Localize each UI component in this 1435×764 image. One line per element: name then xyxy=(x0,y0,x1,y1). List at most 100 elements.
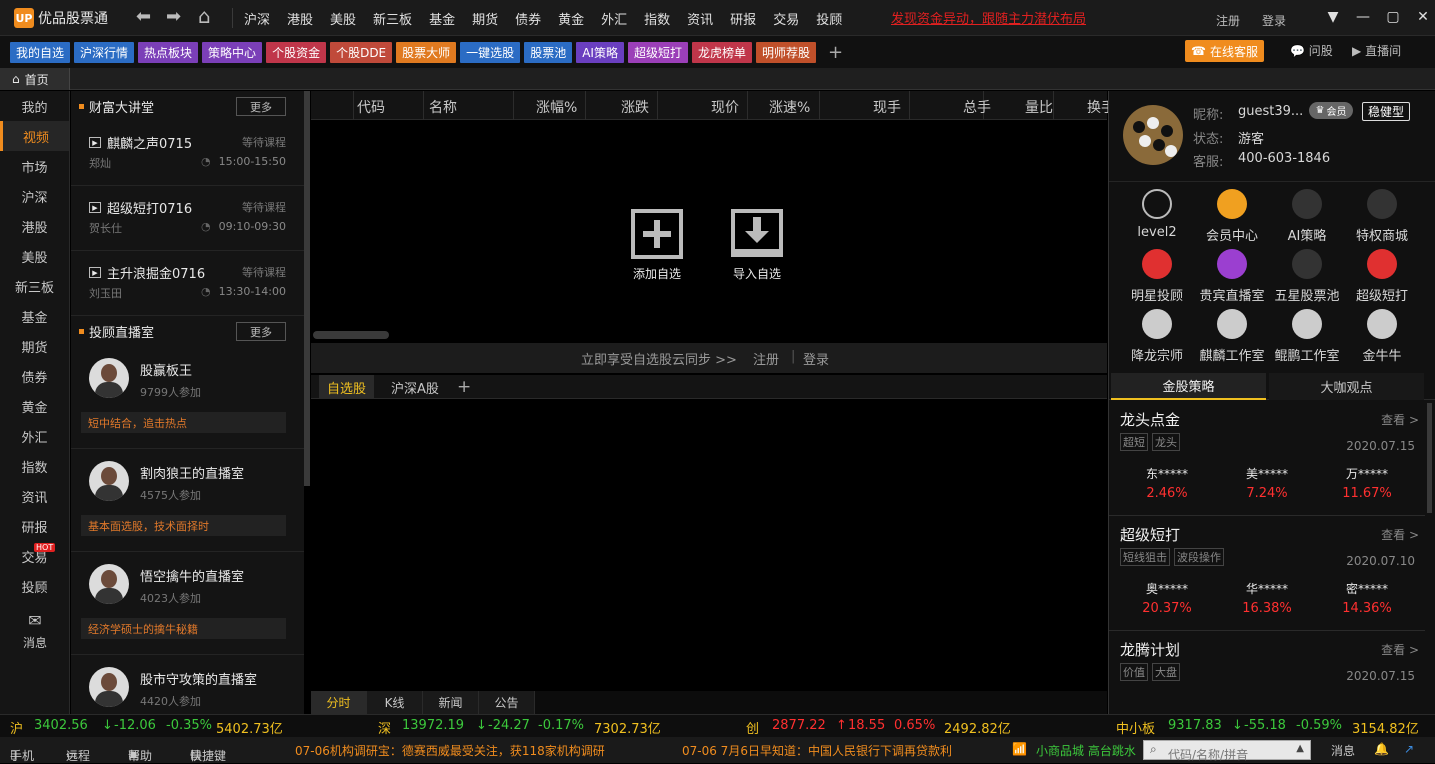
login-link[interactable]: 登录 xyxy=(1262,12,1286,29)
course-item[interactable]: ▶ 超级短打0716 贺长仕 等待课程 ◔ 09:10-09:30 xyxy=(71,186,304,251)
maximize-icon[interactable]: ▢ xyxy=(1378,9,1408,25)
streamer-item[interactable]: 悟空擒牛的直播室 4023人参加 经济学硕士的擒牛秘籍 xyxy=(71,552,304,655)
add-shortcut-icon[interactable]: + xyxy=(828,42,843,63)
main-nav-item[interactable]: 研报 xyxy=(730,9,756,28)
strategy-stock[interactable]: 美***** 7.24% xyxy=(1217,465,1317,501)
index-name[interactable]: 深 xyxy=(378,718,391,737)
strategy-stock[interactable]: 奥***** 20.37% xyxy=(1117,580,1217,616)
right-panel-scrollbar[interactable] xyxy=(1427,403,1432,513)
shortcut-button[interactable]: 热点板块 xyxy=(138,41,199,63)
feature-item[interactable]: 贵宾直播室 xyxy=(1192,249,1272,304)
avatar[interactable] xyxy=(1123,105,1183,165)
online-service-button[interactable]: ☎ 在线客服 xyxy=(1185,40,1264,62)
shortcut-button[interactable]: 龙虎榜单 xyxy=(691,41,752,63)
feature-item[interactable]: AI策略 xyxy=(1267,189,1347,244)
index-name[interactable]: 创 xyxy=(746,718,759,737)
column-header[interactable]: 名称 xyxy=(429,97,457,117)
main-nav-item[interactable]: 投顾 xyxy=(816,9,842,28)
main-nav-item[interactable]: 资讯 xyxy=(687,9,713,28)
sidebar-item[interactable]: 视频 xyxy=(0,121,69,151)
sync-login-link[interactable]: 登录 xyxy=(803,349,829,368)
shortcut-button[interactable]: 个股资金 xyxy=(266,41,327,63)
sidebar-item[interactable]: 基金 xyxy=(0,301,69,331)
shortcut-button[interactable]: 沪深行情 xyxy=(74,41,135,63)
forward-icon[interactable]: ➡ xyxy=(166,6,181,27)
dropdown-icon[interactable]: ▼ xyxy=(1318,9,1348,25)
shortcut-button[interactable]: 超级短打 xyxy=(627,41,688,63)
sidebar-item[interactable]: 投顾 xyxy=(0,571,69,601)
cloud-sync-link[interactable]: 立即享受自选股云同步 >> xyxy=(581,349,737,368)
strategy-stock[interactable]: 密***** 14.36% xyxy=(1317,580,1417,616)
live-room-button[interactable]: ▶ 直播间 xyxy=(1352,42,1401,59)
feature-item[interactable]: 麒麟工作室 xyxy=(1192,309,1272,364)
tab-expert-views[interactable]: 大咖观点 xyxy=(1269,373,1424,400)
sidebar-item[interactable]: 债券 xyxy=(0,361,69,391)
tab-gold-stock[interactable]: 金股策略 xyxy=(1111,373,1266,400)
tab-kline[interactable]: K线 xyxy=(367,691,423,714)
index-name[interactable]: 沪 xyxy=(10,718,23,737)
feature-item[interactable]: 会员中心 xyxy=(1192,189,1272,244)
shortcut-button[interactable]: 股票大师 xyxy=(396,41,457,63)
bell-icon[interactable]: 🔔 xyxy=(1374,742,1389,756)
feature-item[interactable]: 特权商城 xyxy=(1342,189,1422,244)
course-item[interactable]: ▶ 主升浪掘金0716 刘玉田 等待课程 ◔ 13:30-14:00 xyxy=(71,251,304,316)
sidebar-item[interactable]: 黄金 xyxy=(0,391,69,421)
shortcut-button[interactable]: 一键选股 xyxy=(460,41,521,63)
sidebar-item[interactable]: 沪深 xyxy=(0,181,69,211)
import-watchlist-button[interactable]: 导入自选 xyxy=(727,209,787,282)
feature-item[interactable]: 超级短打 xyxy=(1342,249,1422,304)
sidebar-item[interactable]: 交易 HOT xyxy=(0,541,69,571)
sidebar-item[interactable]: 期货 xyxy=(0,331,69,361)
news-ticker-2[interactable]: 07-06 7月6日早知道：中国人民银行下调再贷款利 xyxy=(682,742,952,759)
minimize-icon[interactable]: — xyxy=(1348,9,1378,25)
news-ticker-1[interactable]: 07-06机构调研宝：德赛西威最受关注，获118家机构调研 xyxy=(295,742,605,759)
feature-item[interactable]: level2 xyxy=(1117,189,1197,240)
strategy-stock[interactable]: 华***** 16.38% xyxy=(1217,580,1317,616)
main-nav-item[interactable]: 港股 xyxy=(287,9,313,28)
shortcut-button[interactable]: AI策略 xyxy=(576,41,624,63)
messages-status-button[interactable]: 消息 xyxy=(1331,742,1355,759)
tab-home[interactable]: ⌂ 首页 xyxy=(0,68,70,90)
main-nav-item[interactable]: 交易 xyxy=(773,9,799,28)
sidebar-item[interactable]: 港股 xyxy=(0,211,69,241)
add-watchlist-button[interactable]: 添加自选 xyxy=(627,209,687,282)
messages-button[interactable]: ✉ 消息 xyxy=(0,611,70,651)
streamer-item[interactable]: 股赢板王 9799人参加 短中结合，追击热点 xyxy=(71,346,304,449)
main-nav-item[interactable]: 美股 xyxy=(330,9,356,28)
view-link[interactable]: 查看 > xyxy=(1381,641,1419,658)
main-nav-item[interactable]: 期货 xyxy=(472,9,498,28)
tab-announcements[interactable]: 公告 xyxy=(479,691,535,714)
view-link[interactable]: 查看 > xyxy=(1381,526,1419,543)
course-item[interactable]: ▶ 麒麟之声0715 郑灿 等待课程 ◔ 15:00-15:50 xyxy=(71,121,304,186)
column-header[interactable]: 总手 xyxy=(963,97,991,117)
main-nav-item[interactable]: 黄金 xyxy=(558,9,584,28)
ask-stock-button[interactable]: 💬 问股 xyxy=(1290,42,1333,59)
back-icon[interactable]: ⬅ xyxy=(136,6,151,27)
strategy-stock[interactable]: 东***** 2.46% xyxy=(1117,465,1217,501)
market-alert[interactable]: 小商品城 高台跳水 xyxy=(1036,742,1136,759)
feature-item[interactable]: 金牛牛 xyxy=(1342,309,1422,364)
shortcut-button[interactable]: 策略中心 xyxy=(202,41,263,63)
table-horizontal-scrollbar[interactable] xyxy=(313,331,389,339)
register-link[interactable]: 注册 xyxy=(1216,12,1240,29)
shortcut-button[interactable]: 个股DDE xyxy=(330,41,393,63)
sidebar-item[interactable]: 市场 xyxy=(0,151,69,181)
column-header[interactable]: 现价 xyxy=(711,97,739,117)
sidebar-item[interactable]: 研报 xyxy=(0,511,69,541)
main-nav-item[interactable]: 指数 xyxy=(644,9,670,28)
main-nav-item[interactable]: 基金 xyxy=(429,9,455,28)
strategy-card[interactable]: 超级短打 查看 > 短线狙击 波段操作 2020.07.10 奥***** 20.37% 华*… xyxy=(1109,516,1425,631)
column-header[interactable]: 代码 xyxy=(357,97,385,117)
tab-watchlist[interactable]: 自选股 xyxy=(319,375,375,399)
column-header[interactable]: 涨幅% xyxy=(536,97,577,117)
shortcut-button[interactable]: 明师荐股 xyxy=(755,41,816,63)
sync-register-link[interactable]: 注册 xyxy=(753,349,779,368)
column-header[interactable]: 涨跌 xyxy=(621,97,649,117)
shortcut-button[interactable]: 股票池 xyxy=(524,41,573,63)
video-panel-scrollbar[interactable] xyxy=(304,91,310,486)
stock-search-input[interactable]: ⌕ 代码/名称/拼音 ▲ xyxy=(1143,740,1311,762)
sidebar-item[interactable]: 指数 xyxy=(0,451,69,481)
home-icon[interactable]: ⌂ xyxy=(198,4,211,28)
index-name[interactable]: 中小板 xyxy=(1116,718,1155,737)
feature-item[interactable]: 明星投顾 xyxy=(1117,249,1197,304)
